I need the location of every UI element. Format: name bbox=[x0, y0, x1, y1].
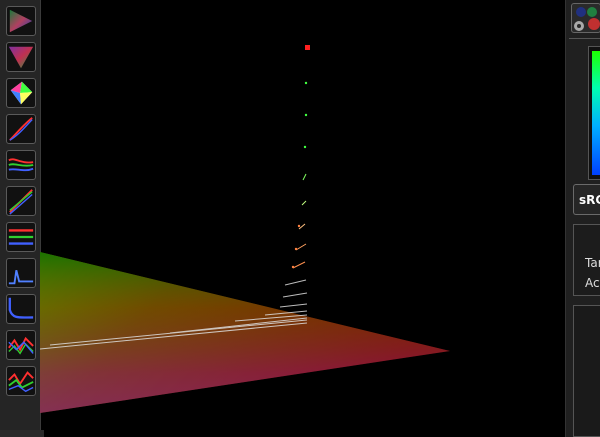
view-triangle-button[interactable] bbox=[6, 42, 36, 72]
rgb-balance-button[interactable] bbox=[6, 150, 36, 180]
luminance-graph-button[interactable] bbox=[6, 258, 36, 288]
rgb-levels-icon bbox=[8, 229, 34, 245]
blue-response-button[interactable] bbox=[6, 294, 36, 324]
measurement-points bbox=[291, 45, 310, 269]
gamut-plot[interactable] bbox=[40, 0, 565, 437]
right-panel: sRGB Target Actual bbox=[565, 0, 600, 437]
lower-panel bbox=[573, 305, 600, 437]
info-panel: Target Actual bbox=[573, 224, 600, 296]
profile-selector[interactable]: sRGB bbox=[573, 184, 600, 215]
rgb-error-graph-icon bbox=[8, 336, 34, 355]
view-gamut-icon bbox=[9, 9, 33, 33]
rgb-error-graph-button[interactable] bbox=[6, 330, 36, 360]
color-scale-bar bbox=[592, 51, 600, 175]
white-target-point bbox=[305, 45, 310, 50]
view-3d-gamut-icon bbox=[10, 81, 33, 105]
view-triangle-icon bbox=[8, 46, 34, 69]
gamut-plane-shade bbox=[40, 252, 450, 413]
rgb-curves-button[interactable] bbox=[6, 186, 36, 216]
gamut-3d-viewport[interactable] bbox=[40, 0, 565, 437]
toolbar-footer bbox=[0, 430, 44, 437]
view-gamut-button[interactable] bbox=[6, 6, 36, 36]
rgb-levels-button[interactable] bbox=[6, 222, 36, 252]
rgb-mixed-graph-icon bbox=[8, 371, 34, 393]
blue-response-icon bbox=[8, 297, 34, 319]
rgb-mixed-graph-button[interactable] bbox=[6, 366, 36, 396]
profile-label: sRGB bbox=[579, 193, 600, 207]
gear-icon bbox=[574, 7, 600, 31]
settings-button[interactable] bbox=[571, 3, 600, 33]
rgb-curves-icon bbox=[9, 189, 33, 215]
luminance-graph-icon bbox=[8, 269, 34, 285]
rgb-balance-icon bbox=[8, 158, 34, 172]
toolbar bbox=[0, 0, 44, 437]
color-scale-frame bbox=[588, 46, 600, 180]
actual-label: Actual bbox=[585, 276, 600, 290]
tone-curve-icon bbox=[9, 117, 33, 141]
panel-divider bbox=[569, 38, 600, 39]
tone-curve-button[interactable] bbox=[6, 114, 36, 144]
view-3d-gamut-button[interactable] bbox=[6, 78, 36, 108]
target-label: Target bbox=[585, 256, 600, 270]
